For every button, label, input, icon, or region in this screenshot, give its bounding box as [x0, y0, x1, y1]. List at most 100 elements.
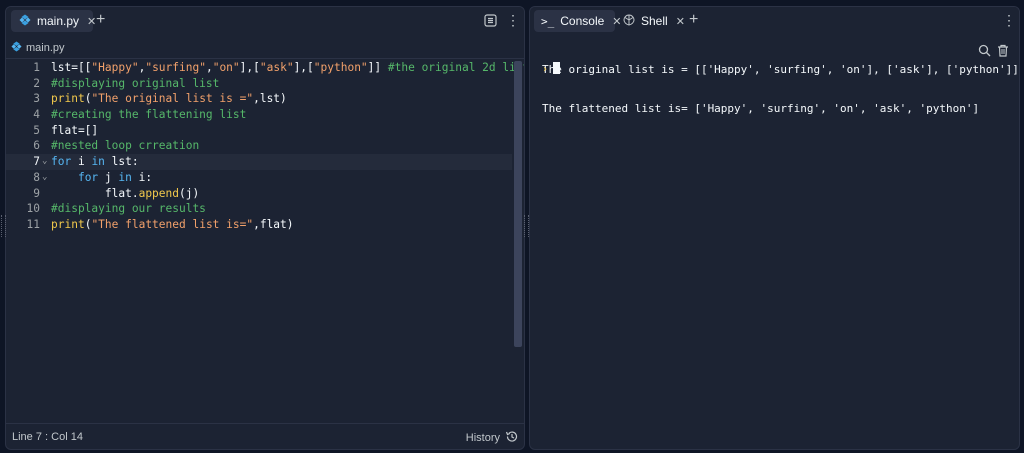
editor-pane: main.py ✕ + ⋮ main.py 1 lst=[["Happy","su… [5, 6, 525, 450]
code-text: flat.append(j) [51, 186, 199, 202]
code-token: ,flat) [253, 217, 294, 231]
code-line[interactable]: 4 #creating the flattening list [6, 107, 512, 123]
code-token: ,lst) [253, 92, 287, 106]
code-line[interactable]: 1 lst=[["Happy","surfing","on"],["ask"],[… [6, 60, 524, 76]
terminal-icon: >_ [541, 14, 555, 28]
kebab-menu-icon[interactable]: ⋮ [506, 13, 520, 27]
close-icon[interactable]: ✕ [676, 15, 685, 28]
line-number: 6 [33, 139, 40, 153]
code-line[interactable]: 8 ⌄ for j in i: [6, 170, 512, 186]
cursor-position[interactable]: Line 7 : Col 14 [12, 431, 83, 443]
code-text: print("The flattened list is=",flat) [51, 217, 294, 233]
line-number: 4 [33, 108, 40, 122]
code-token: flat=[] [51, 123, 99, 137]
tab-main-py-label: main.py [37, 14, 80, 28]
code-token: flat. [104, 186, 139, 200]
code-token: j [98, 170, 119, 184]
code-line[interactable]: 9 flat.append(j) [6, 186, 512, 202]
plus-icon[interactable]: + [96, 12, 105, 28]
tab-console-label: Console [560, 14, 605, 28]
code-token: "The flattened list is=" [91, 217, 254, 231]
code-token: #displaying our results [51, 202, 206, 216]
line-number: 8 [33, 170, 40, 184]
code-token: "Happy" [91, 61, 139, 74]
code-line[interactable]: 3 print("The original list is =",lst) [6, 91, 512, 107]
line-number: 9 [33, 186, 40, 200]
editor-scrollbar[interactable] [514, 61, 522, 347]
left-resize-handle[interactable] [1, 215, 6, 237]
code-token: for [77, 170, 99, 184]
python-icon [11, 41, 22, 55]
fold-chevron-icon[interactable]: ⌄ [42, 154, 47, 170]
tab-shell[interactable]: Shell ✕ [619, 10, 689, 32]
code-token: "surfing" [145, 61, 206, 74]
line-number: 1 [33, 61, 40, 74]
code-token: (j) [179, 186, 200, 200]
history-label: History [465, 432, 500, 444]
code-token: in [91, 155, 105, 169]
code-token: ],[ [239, 61, 260, 74]
code-token: ]] [367, 61, 388, 74]
code-token: #displaying original list [51, 76, 220, 90]
code-line[interactable]: 6 #nested loop crreation [6, 138, 512, 154]
code-text: print("The original list is =",lst) [51, 91, 287, 107]
line-number: 2 [33, 76, 40, 90]
code-token: in [118, 170, 132, 184]
plus-icon[interactable]: + [689, 12, 698, 28]
fold-chevron-icon[interactable]: ⌄ [42, 170, 47, 186]
close-icon[interactable]: ✕ [87, 15, 96, 28]
tab-main-py[interactable]: main.py ✕ [11, 10, 96, 32]
python-icon [19, 14, 31, 29]
search-icon[interactable] [978, 44, 991, 62]
code-editor[interactable]: 1 lst=[["Happy","surfing","on"],["ask"],[… [6, 60, 524, 233]
console-cursor[interactable] [553, 62, 560, 74]
code-text: flat=[] [51, 123, 98, 139]
code-token: print [51, 92, 85, 106]
code-line[interactable]: 11 print("The flattened list is=",flat) [6, 217, 512, 233]
code-text: for j in i: [51, 170, 152, 186]
code-text: #displaying our results [51, 201, 206, 217]
code-text: #displaying original list [51, 76, 219, 92]
shell-icon [623, 13, 635, 29]
tab-shell-label: Shell [641, 14, 668, 28]
line-number: 11 [26, 217, 40, 231]
code-token: lst: [104, 155, 139, 169]
code-token: append [138, 186, 179, 200]
code-text: for i in lst: [51, 154, 139, 170]
console-output[interactable]: The original list is = [['Happy', 'surfi… [542, 37, 1019, 141]
format-icon[interactable] [484, 14, 497, 29]
console-pane: >_ Console ✕ Shell ✕ + ⋮ The original li… [529, 6, 1020, 450]
code-text: lst=[["Happy","surfing","on"],["ask"],["… [51, 60, 524, 76]
breadcrumb: main.py [6, 38, 65, 58]
code-text: #nested loop crreation [51, 138, 199, 154]
code-token: "on" [212, 61, 240, 74]
status-divider [6, 423, 524, 424]
breadcrumb-file[interactable]: main.py [26, 42, 65, 54]
console-tab-bar: >_ Console ✕ Shell ✕ + ⋮ [530, 7, 1019, 34]
code-token: print [51, 217, 85, 231]
code-line[interactable]: 2 #displaying original list [6, 76, 512, 92]
code-line[interactable]: 5 flat=[] [6, 123, 512, 139]
code-token: lst=[[ [51, 61, 92, 74]
editor-status-bar: Line 7 : Col 14 History [6, 423, 524, 449]
code-token: for [51, 155, 72, 169]
breadcrumb-divider [6, 58, 524, 59]
code-text: #creating the flattening list [51, 107, 246, 123]
code-line[interactable]: 7 ⌄ for i in lst: [6, 154, 512, 170]
code-line[interactable]: 10 #displaying our results [6, 201, 512, 217]
tab-console[interactable]: >_ Console ✕ [534, 10, 622, 32]
editor-tab-bar: main.py ✕ + ⋮ [6, 7, 524, 34]
trash-icon[interactable] [997, 44, 1009, 62]
code-token: "python" [313, 61, 368, 74]
code-token: #creating the flattening list [51, 108, 247, 122]
history-icon [505, 430, 518, 446]
code-token: "The original list is =" [91, 92, 254, 106]
code-token: #nested loop crreation [51, 139, 200, 153]
history-button[interactable]: History [466, 430, 518, 446]
console-prompt: › [542, 64, 549, 75]
console-output-line: The original list is = [['Happy', 'surfi… [542, 63, 1019, 76]
code-token: i [71, 155, 92, 169]
kebab-menu-icon[interactable]: ⋮ [1002, 13, 1016, 27]
line-number: 5 [33, 123, 40, 137]
